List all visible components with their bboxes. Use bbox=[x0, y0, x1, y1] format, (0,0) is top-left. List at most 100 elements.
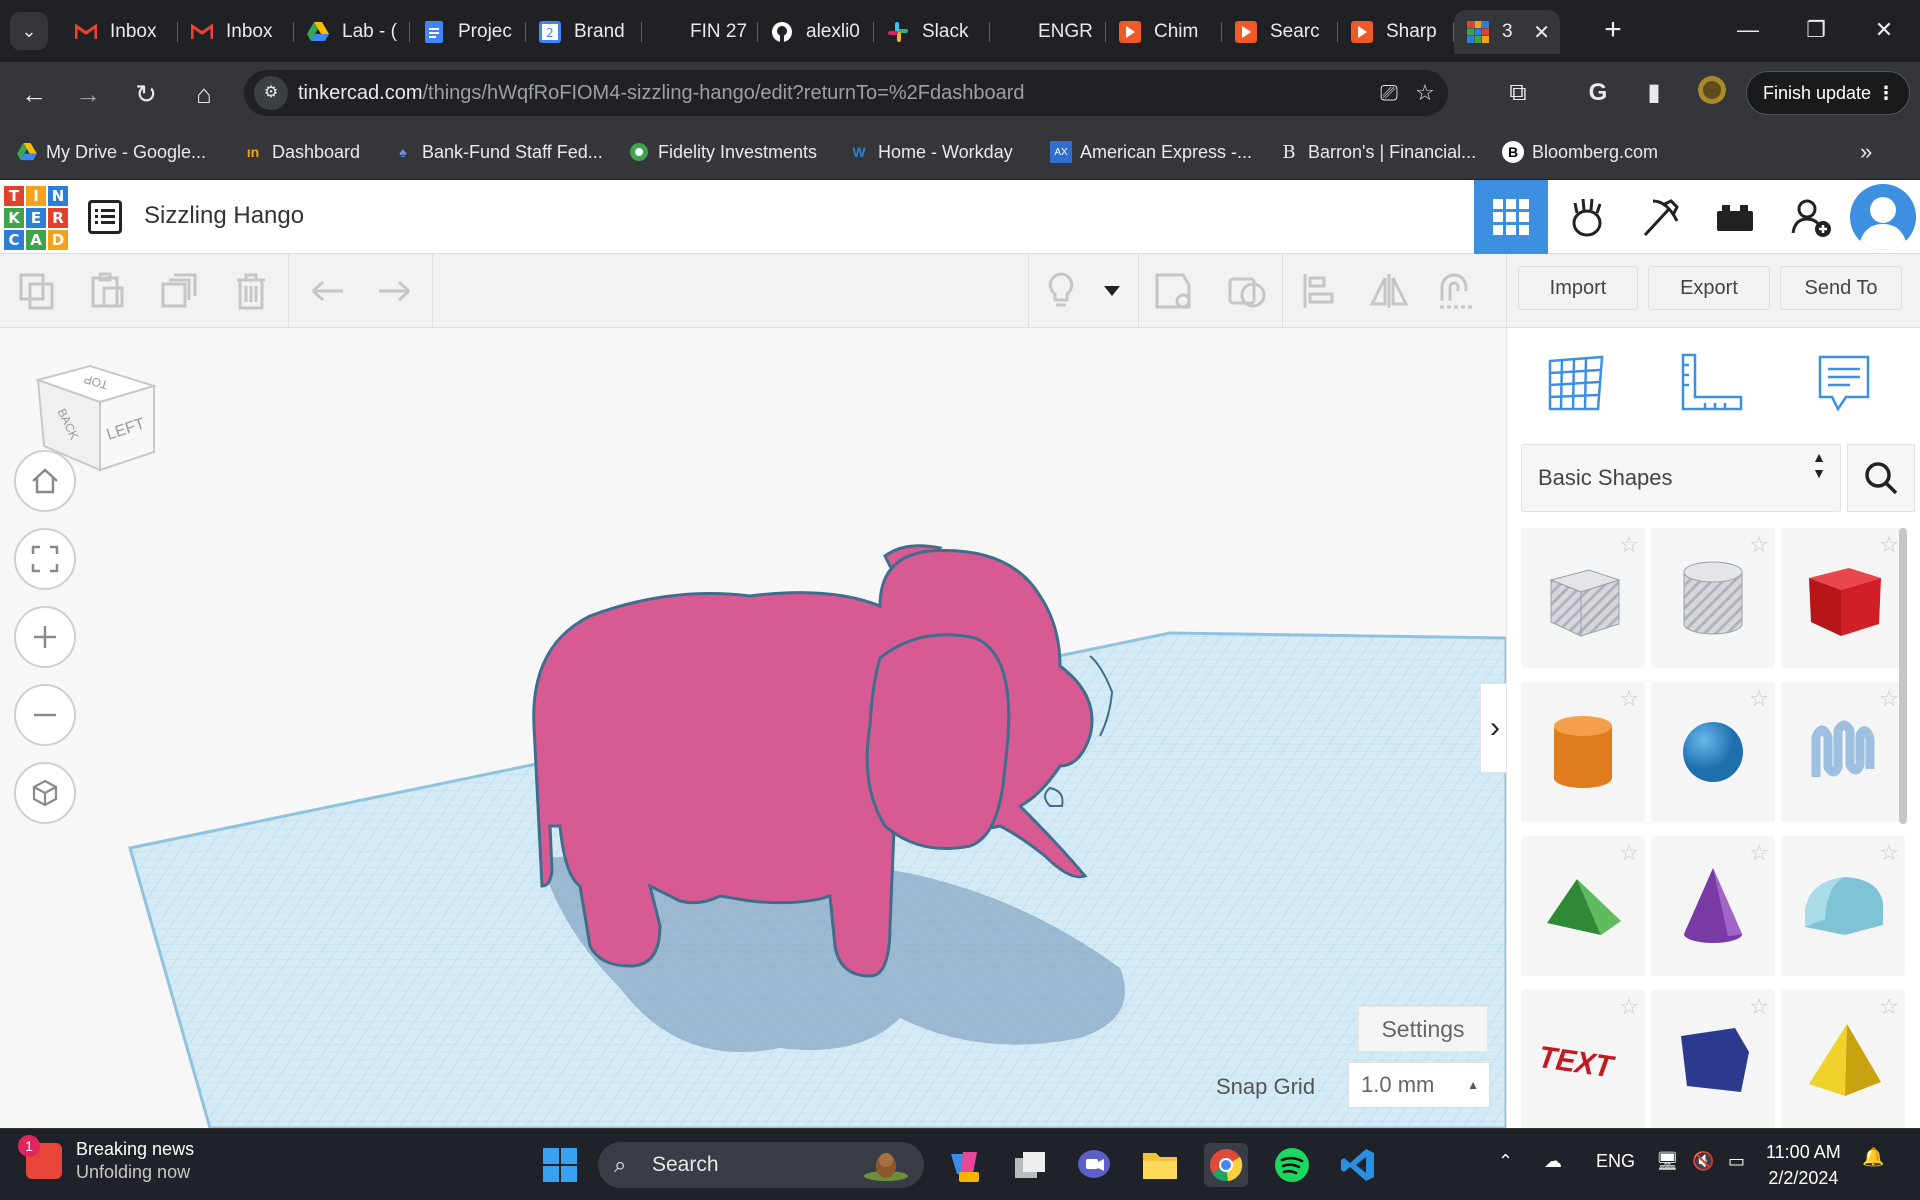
reload-button[interactable]: ↻ bbox=[126, 74, 166, 114]
workplane-icon[interactable] bbox=[1541, 348, 1611, 418]
shape-roof[interactable]: ☆ bbox=[1521, 836, 1645, 976]
shape-round-roof[interactable]: ☆ bbox=[1781, 836, 1905, 976]
bookmark-star-icon[interactable]: ☆ bbox=[1410, 78, 1440, 108]
sim-lab-icon[interactable] bbox=[1550, 180, 1624, 254]
network-icon[interactable]: 🖥 bbox=[1656, 1151, 1679, 1172]
battery-icon[interactable]: ▭ bbox=[1728, 1151, 1745, 1172]
export-button[interactable]: Export bbox=[1648, 266, 1770, 310]
design-list-icon[interactable] bbox=[88, 200, 122, 234]
shape-sphere[interactable]: ☆ bbox=[1651, 682, 1775, 822]
onedrive-icon[interactable]: ☁ bbox=[1544, 1151, 1562, 1172]
shape-category-select[interactable]: Basic Shapes ▲ ▼ bbox=[1521, 444, 1841, 512]
favorite-star-icon[interactable]: ☆ bbox=[1749, 686, 1769, 712]
cruise-magnet-icon[interactable] bbox=[1436, 270, 1478, 312]
bookmark-item[interactable]: ın Dashboard bbox=[242, 138, 360, 166]
shape-cylinder[interactable]: ☆ bbox=[1521, 682, 1645, 822]
spotify-icon[interactable] bbox=[1270, 1143, 1314, 1187]
site-info-icon[interactable]: ⚙ bbox=[254, 76, 288, 110]
notes-lightbulb-icon[interactable] bbox=[1040, 270, 1082, 312]
favorite-star-icon[interactable]: ☆ bbox=[1749, 994, 1769, 1020]
shape-polygon[interactable]: ☆ bbox=[1651, 990, 1775, 1128]
bookmark-item[interactable]: B Barron's | Financial... bbox=[1278, 138, 1476, 166]
favorite-star-icon[interactable]: ☆ bbox=[1879, 840, 1899, 866]
undo-icon[interactable] bbox=[306, 270, 348, 312]
forward-button[interactable]: → bbox=[68, 74, 108, 114]
3d-design-view-button[interactable] bbox=[1474, 180, 1548, 254]
browser-tab[interactable]: Projec bbox=[410, 10, 526, 54]
notes-dropdown-icon[interactable] bbox=[1094, 270, 1130, 312]
task-view-icon[interactable] bbox=[1008, 1143, 1052, 1187]
invite-user-icon[interactable] bbox=[1774, 180, 1848, 254]
browser-tab[interactable]: Inbox bbox=[62, 10, 178, 54]
restore-button[interactable]: ❐ bbox=[1786, 10, 1846, 50]
browser-tab[interactable]: alexli0 bbox=[758, 10, 874, 54]
chrome-icon[interactable] bbox=[1204, 1143, 1248, 1187]
profile-icon[interactable] bbox=[1694, 75, 1730, 111]
panel-scrollbar[interactable] bbox=[1899, 528, 1907, 824]
browser-tab[interactable]: Lab - ( bbox=[294, 10, 410, 54]
favorite-star-icon[interactable]: ☆ bbox=[1749, 532, 1769, 558]
close-window-button[interactable]: ✕ bbox=[1854, 10, 1914, 50]
copilot-icon[interactable] bbox=[942, 1143, 986, 1187]
tab-search-button[interactable]: ⌄ bbox=[10, 12, 48, 50]
file-explorer-icon[interactable] bbox=[1138, 1143, 1182, 1187]
taskbar-search-box[interactable]: ⌕ Search bbox=[598, 1142, 924, 1188]
import-button[interactable]: Import bbox=[1518, 266, 1638, 310]
redo-icon[interactable] bbox=[374, 270, 416, 312]
mirror-icon[interactable] bbox=[1368, 270, 1410, 312]
browser-tab[interactable]: 2 Brand bbox=[526, 10, 642, 54]
send-to-button[interactable]: Send To bbox=[1780, 266, 1902, 310]
language-indicator[interactable]: ENG bbox=[1596, 1151, 1635, 1172]
bookmark-item[interactable]: ♠ Bank-Fund Staff Fed... bbox=[392, 138, 602, 166]
browser-tab[interactable]: Chim bbox=[1106, 10, 1222, 54]
browser-tab[interactable]: FIN 27 bbox=[642, 10, 758, 54]
shape-scribble[interactable]: ☆ bbox=[1781, 682, 1905, 822]
favorite-star-icon[interactable]: ☆ bbox=[1619, 840, 1639, 866]
collapse-panel-button[interactable]: › bbox=[1480, 683, 1506, 773]
favorite-star-icon[interactable]: ☆ bbox=[1619, 686, 1639, 712]
group-icon[interactable] bbox=[1152, 270, 1194, 312]
bookmark-item[interactable]: My Drive - Google... bbox=[16, 138, 206, 166]
minimize-button[interactable]: — bbox=[1718, 10, 1778, 50]
shape-cylinder-hole[interactable]: ☆ bbox=[1651, 528, 1775, 668]
user-avatar[interactable] bbox=[1850, 184, 1916, 250]
finish-update-button[interactable]: Finish update ⋮ bbox=[1746, 71, 1910, 115]
tinkercad-logo[interactable]: T I N K E R C A D bbox=[4, 186, 68, 250]
bookmark-item[interactable]: Fidelity Investments bbox=[628, 138, 817, 166]
favorite-star-icon[interactable]: ☆ bbox=[1879, 994, 1899, 1020]
windows-start-icon[interactable] bbox=[538, 1143, 582, 1187]
shape-box[interactable]: ☆ bbox=[1781, 528, 1905, 668]
shape-pyramid[interactable]: ☆ bbox=[1781, 990, 1905, 1128]
paste-icon[interactable] bbox=[86, 270, 128, 312]
home-view-button[interactable] bbox=[14, 450, 76, 512]
vscode-icon[interactable] bbox=[1336, 1143, 1380, 1187]
shape-search-button[interactable] bbox=[1847, 444, 1915, 512]
elephant-model[interactable] bbox=[500, 506, 1200, 1026]
shape-box-hole[interactable]: ☆ bbox=[1521, 528, 1645, 668]
address-bar[interactable]: ⚙ tinkercad.com/things/hWqfRoFIOM4-sizzl… bbox=[244, 70, 1448, 116]
close-tab-icon[interactable]: ✕ bbox=[1533, 20, 1550, 45]
notifications-icon[interactable]: 🔔 bbox=[1862, 1147, 1884, 1168]
favorite-star-icon[interactable]: ☆ bbox=[1879, 532, 1899, 558]
duplicate-icon[interactable] bbox=[158, 270, 200, 312]
bookmark-item[interactable]: AX American Express -... bbox=[1050, 138, 1252, 166]
favorite-star-icon[interactable]: ☆ bbox=[1619, 994, 1639, 1020]
project-title[interactable]: Sizzling Hango bbox=[144, 202, 304, 230]
browser-tab[interactable]: Sharp bbox=[1338, 10, 1454, 54]
tray-overflow-icon[interactable]: ⌃ bbox=[1498, 1151, 1513, 1172]
browser-tab[interactable]: ENGR bbox=[990, 10, 1106, 54]
browser-tab[interactable]: Searc bbox=[1222, 10, 1338, 54]
minecraft-bricks-icon[interactable] bbox=[1624, 180, 1698, 254]
delete-icon[interactable] bbox=[230, 270, 272, 312]
ungroup-icon[interactable] bbox=[1226, 270, 1268, 312]
clock[interactable]: 11:00 AM 2/2/2024 bbox=[1766, 1139, 1841, 1191]
favorite-star-icon[interactable]: ☆ bbox=[1749, 840, 1769, 866]
browser-tab[interactable]: Inbox bbox=[178, 10, 294, 54]
ruler-icon[interactable] bbox=[1677, 348, 1747, 418]
workplane-canvas[interactable]: TOP BACK LEFT › Settings Snap Grid 1.0 m… bbox=[0, 328, 1506, 1128]
side-panel-icon[interactable]: ▮ bbox=[1636, 75, 1672, 111]
browser-tab-active[interactable]: 3 ✕ bbox=[1454, 10, 1560, 54]
bookmark-item[interactable]: W Home - Workday bbox=[848, 138, 1012, 166]
favorite-star-icon[interactable]: ☆ bbox=[1879, 686, 1899, 712]
news-widget[interactable]: 1 Breaking news Unfolding now bbox=[18, 1135, 194, 1183]
